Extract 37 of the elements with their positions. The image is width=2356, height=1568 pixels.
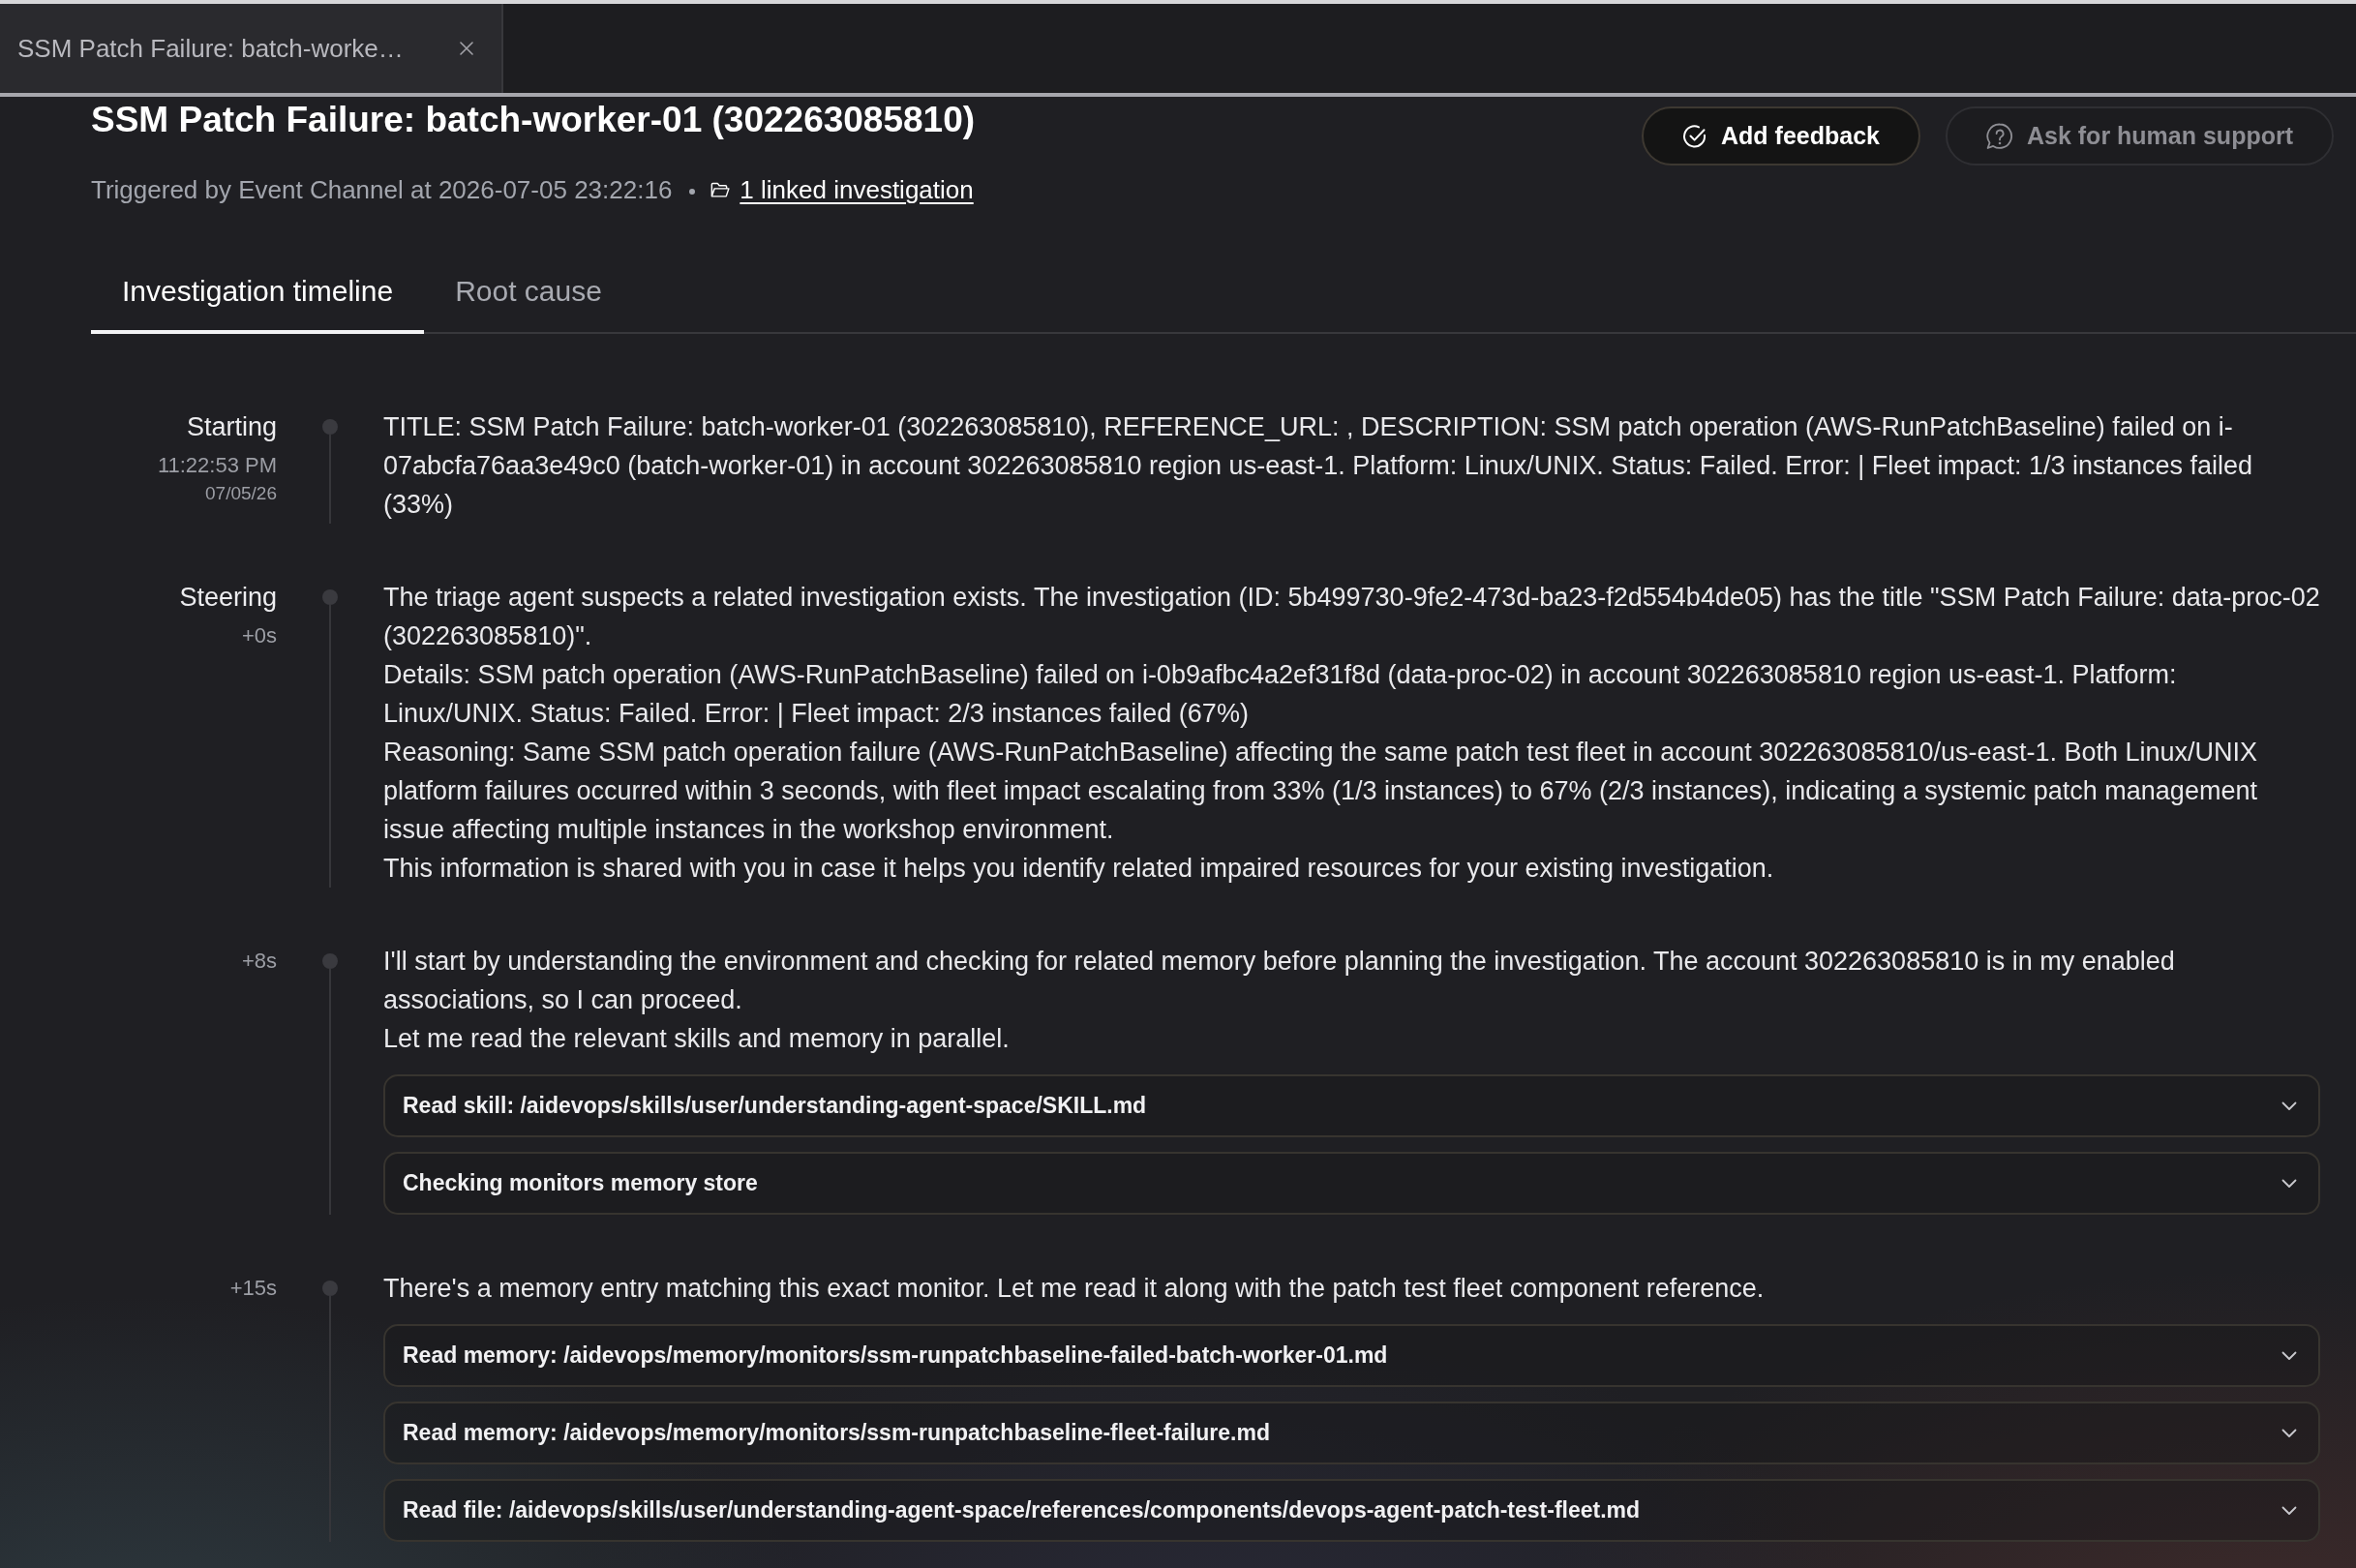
tool-step-row[interactable]: Read memory: /aidevops/memory/monitors/ssm-runpatchbaseline-failed-batch-worker-01.md [383,1324,2320,1387]
tool-step-row[interactable]: Checking monitors memory store [383,1152,2320,1215]
tool-step-row[interactable]: Read memory: /aidevops/memory/monitors/ssm-runpatchbaseline-fleet-failure.md [383,1402,2320,1464]
linked-investigation-link[interactable]: 1 linked investigation [740,172,974,207]
help-bubble-icon [1986,122,2013,150]
chevron-down-icon [2281,1101,2297,1111]
feedback-button[interactable]: Add feedback [1642,106,1920,166]
trigger-text: Triggered by Event Channel at 2026-07-05 23:22:16 [91,174,673,206]
chevron-down-icon [2281,1505,2297,1516]
tab[interactable]: Investigation timeline [91,250,425,334]
step-time: 11:22:53 PM [156,452,277,479]
tool-step-row[interactable]: Read file: /aidevops/skills/user/understanding-agent-space/references/components/devops-agent-patch-test-fleet.md [383,1479,2320,1542]
close-icon[interactable] [460,42,473,55]
step-time: +0s [240,622,277,649]
separator-dot-icon [689,189,696,195]
message-text: Reasoning: Same SSM patch operation failure (AWS-RunPatchBaseline) affecting the same patch test fleet in account 302263085810/us-east-1. Both Linux/UNIX platform failures occurred within 3 seconds, with fleet impact escalating from 33% (1/3 instances) to 67% (2/3 instances), indicating a systemic patch management issue affecting multiple instances in the workshop environment. [383,737,2259,846]
browser-tab[interactable]: SSM Patch Failure: batch-worke… [0,4,503,93]
check-circle-icon [1682,123,1708,149]
message-text: Details: SSM patch operation (AWS-RunPatchBaseline) failed on i-0b9afbc4a2ef31f8d (data-proc-02) in account 302263085810 region us-east-1. Platform: Linux/UNIX. Status: Failed. Error: | Fleet impact: 2/3 instances failed (67%) [383,659,2178,730]
step-label: Starting [185,411,277,443]
chevron-down-icon [2281,1428,2297,1438]
message-text: I'll start by understanding the environment and checking for related memory before planning the investigation. The account 302263085810 is in my enabled associations, so I can proceed. [383,946,2176,1016]
message-text: The triage agent suspects a related investigation exists. The investigation (ID: 5b499730-9fe2-473d-ba23-f2d554b4de05) has the title "SSM Patch Failure: data-proc-02 (302263085810)". [383,582,2320,652]
message-text: TITLE: SSM Patch Failure: batch-worker-01 (302263085810), REFERENCE_URL: , DESCRIPTION: SSM patch operation (AWS-RunPatchBaseline) failed on i-07abcfa76aa3e49c0 (batch-worker-01) in account 302263085810 region us-east-1. Platform: Linux/UNIX. Status: Failed. Error: | Fleet impact: 1/3 instances failed (33%) [383,411,2254,521]
message-text: Let me read the relevant skills and memory in parallel. [383,1023,1011,1055]
chevron-down-icon [2281,1350,2297,1361]
tab[interactable]: Root cause [424,250,633,334]
message-text: This information is shared with you in case it helps you identify related impaired resources for your existing investigation. [383,853,1775,885]
folder-icon [710,181,731,198]
message-text: There's a memory entry matching this exact monitor. Let me read it along with the patch test fleet component reference. [383,1273,1766,1305]
tool-step-row[interactable]: Read skill: /aidevops/skills/user/understanding-agent-space/SKILL.md [383,1074,2320,1137]
step-label: Steering [178,582,277,614]
step-time: +15s [228,1275,277,1302]
chevron-down-icon [2281,1178,2297,1189]
step-date: 07/05/26 [204,482,277,505]
step-time: +8s [240,948,277,975]
page-title: SSM Patch Failure: batch-worker-01 (302263085810) [91,99,976,141]
